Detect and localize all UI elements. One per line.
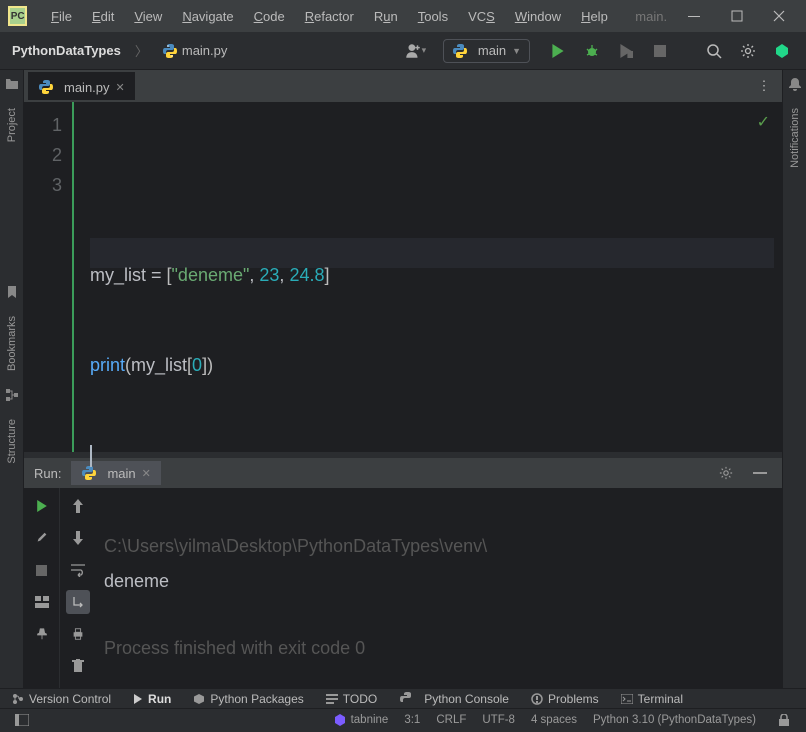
menu-code[interactable]: Code <box>246 5 293 28</box>
menu-file[interactable]: File <box>43 5 80 28</box>
scroll-to-end-icon[interactable] <box>66 590 90 614</box>
menu-view[interactable]: View <box>126 5 170 28</box>
lock-icon[interactable] <box>772 708 796 732</box>
interpreter-widget[interactable]: Python 3.10 (PythonDataTypes) <box>593 714 756 726</box>
caret-position[interactable]: 3:1 <box>404 714 420 726</box>
bookmark-icon[interactable] <box>4 284 20 300</box>
tabnine-widget[interactable]: tabnine <box>334 714 389 726</box>
window-minimize-icon[interactable] <box>675 2 713 30</box>
app-logo: PC <box>8 6 27 26</box>
title-bar: PC File Edit View Navigate Code Refactor… <box>0 0 806 32</box>
breadcrumb-root[interactable]: PythonDataTypes <box>12 43 121 58</box>
tw-vcs[interactable]: Version Control <box>12 692 111 706</box>
python-file-icon <box>38 79 54 95</box>
menu-navigate[interactable]: Navigate <box>174 5 241 28</box>
menu-edit[interactable]: Edit <box>84 5 122 28</box>
menu-window[interactable]: Window <box>507 5 569 28</box>
bottom-tool-strip: Version Control Run Python Packages TODO… <box>0 688 806 708</box>
layout-icon[interactable] <box>30 590 54 614</box>
menu-vcs[interactable]: VCS <box>460 5 503 28</box>
settings-icon[interactable] <box>736 39 760 63</box>
left-tool-rail: Project Bookmarks Structure <box>0 70 24 688</box>
search-icon[interactable] <box>702 39 726 63</box>
modify-run-icon[interactable] <box>30 526 54 550</box>
soft-wrap-icon[interactable] <box>66 558 90 582</box>
menu-help[interactable]: Help <box>573 5 616 28</box>
tw-console[interactable]: Python Console <box>399 691 509 707</box>
editor-tab[interactable]: main.py ✕ <box>28 72 135 100</box>
tw-terminal[interactable]: Terminal <box>621 692 683 706</box>
structure-icon[interactable] <box>4 387 20 403</box>
tab-options-icon[interactable]: ⋮ <box>752 74 776 98</box>
print-icon[interactable] <box>66 622 90 646</box>
window-close-icon[interactable] <box>760 2 798 30</box>
python-file-icon <box>162 43 178 59</box>
bookmarks-tool[interactable]: Bookmarks <box>6 306 18 381</box>
file-encoding[interactable]: UTF-8 <box>482 714 515 726</box>
line-separator[interactable]: CRLF <box>436 714 466 726</box>
project-tool[interactable]: Project <box>6 98 18 152</box>
run-button[interactable] <box>546 39 570 63</box>
jetbrains-icon[interactable] <box>770 39 794 63</box>
tab-close-icon[interactable]: ✕ <box>116 81 125 94</box>
rerun-button[interactable] <box>30 494 54 518</box>
inspection-ok-icon[interactable]: ✓ <box>757 112 770 132</box>
right-tool-rail: Notifications <box>782 70 806 688</box>
tool-windows-icon[interactable] <box>10 708 34 732</box>
menu-run[interactable]: Run <box>366 5 406 28</box>
gutter: 1 2 3 <box>24 102 74 452</box>
debug-button[interactable] <box>580 39 604 63</box>
stop-button[interactable] <box>30 558 54 582</box>
menu-refactor[interactable]: Refactor <box>297 5 362 28</box>
up-arrow-icon[interactable] <box>66 494 90 518</box>
tw-todo[interactable]: TODO <box>326 692 377 706</box>
project-icon[interactable] <box>4 76 20 92</box>
down-arrow-icon[interactable] <box>66 526 90 550</box>
status-bar: tabnine 3:1 CRLF UTF-8 4 spaces Python 3… <box>0 708 806 730</box>
main-toolbar: PythonDataTypes 〉 main.py ▾ main ▼ <box>0 32 806 70</box>
titlebar-project: main. <box>635 9 667 24</box>
coverage-button[interactable] <box>614 39 638 63</box>
bell-icon[interactable] <box>787 76 803 92</box>
code-editor[interactable]: 1 2 3 my_list = ["deneme", 23, 24.8] pri… <box>24 102 782 452</box>
run-config-selector[interactable]: main ▼ <box>443 39 530 63</box>
stop-button[interactable] <box>648 39 672 63</box>
breadcrumb-file[interactable]: main.py <box>162 43 228 59</box>
trash-icon[interactable] <box>66 654 90 678</box>
user-icon[interactable]: ▾ <box>403 39 427 63</box>
indent-widget[interactable]: 4 spaces <box>531 714 577 726</box>
editor-tabs: main.py ✕ ⋮ <box>24 70 782 102</box>
tw-run[interactable]: Run <box>133 692 171 706</box>
window-maximize-icon[interactable] <box>717 2 755 30</box>
run-panel-title: Run: <box>34 466 61 481</box>
python-icon <box>452 43 468 59</box>
pin-icon[interactable] <box>30 622 54 646</box>
tw-problems[interactable]: Problems <box>531 692 599 706</box>
menu-tools[interactable]: Tools <box>410 5 456 28</box>
structure-tool[interactable]: Structure <box>6 409 18 474</box>
notifications-tool[interactable]: Notifications <box>789 98 801 178</box>
breadcrumb-sep: 〉 <box>135 41 148 60</box>
chevron-down-icon: ▼ <box>512 46 521 56</box>
tw-packages[interactable]: Python Packages <box>193 692 303 706</box>
